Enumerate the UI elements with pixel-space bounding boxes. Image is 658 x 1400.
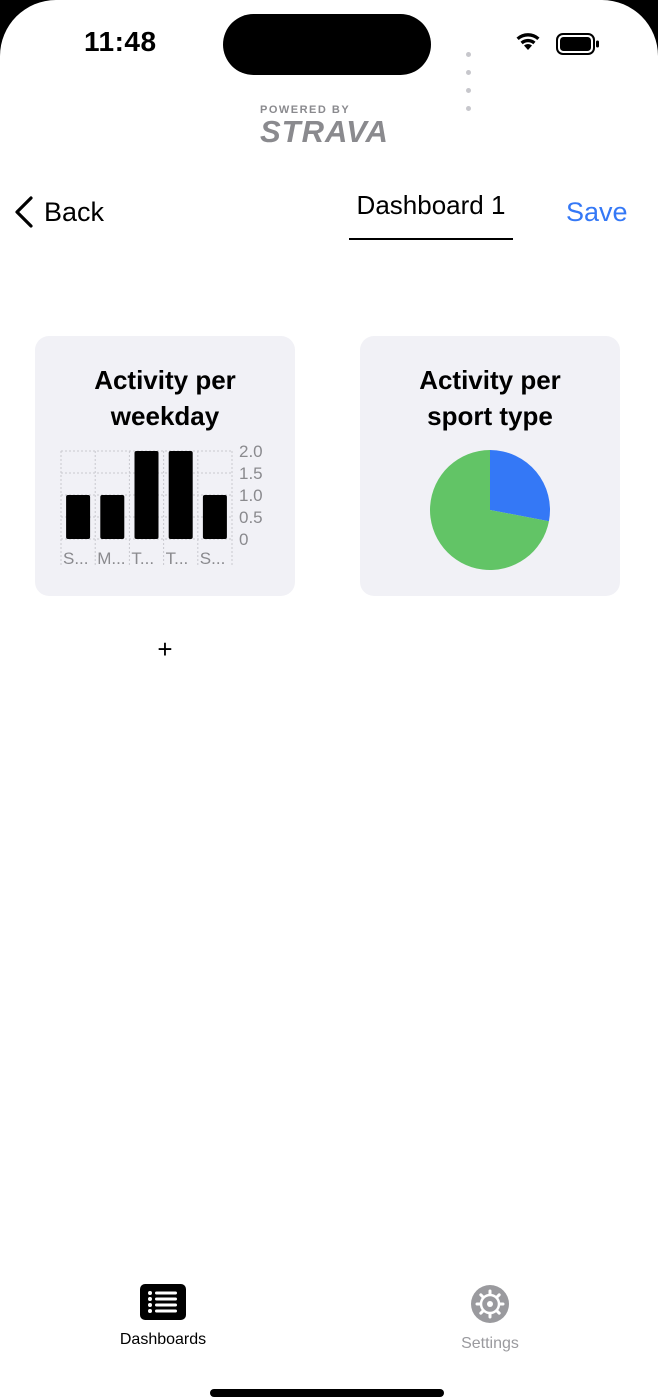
dashboard-title-field[interactable] [349, 186, 513, 240]
bar-chart: 0 0.5 1.0 1.5 2.0 S... M... T... T... S... [60, 442, 263, 568]
tab-settings[interactable]: Settings [420, 1284, 560, 1353]
pie-slice [490, 450, 550, 522]
tab-dashboards[interactable]: Dashboards [93, 1284, 233, 1349]
chevron-left-icon [15, 196, 33, 228]
x-tick-label: S... [200, 549, 226, 568]
add-card-button[interactable]: + [155, 634, 175, 665]
tab-dashboards-label: Dashboards [119, 1331, 207, 1348]
bar [100, 495, 125, 539]
dashboard-title-input[interactable] [349, 186, 513, 221]
app-screen: 11:48 POWERED BY STRAVA Back Save Activi… [0, 0, 658, 1400]
back-button[interactable]: Back [14, 192, 104, 232]
bar [202, 495, 227, 539]
x-tick-label: S... [63, 549, 89, 568]
card-activity-per-sport-type[interactable]: Activity per sport type [360, 336, 620, 596]
strava-wordmark: STRAVA [260, 114, 389, 149]
y-tick-label: 2.0 [239, 442, 263, 461]
signal-icon [466, 44, 473, 116]
status-time: 11:48 [84, 26, 157, 57]
gear-icon [471, 1285, 509, 1323]
dynamic-island [223, 14, 431, 75]
y-tick-label: 0 [239, 530, 248, 549]
x-tick-label: T... [166, 549, 189, 568]
wifi-icon [516, 33, 540, 50]
x-tick-label: T... [131, 549, 154, 568]
save-button[interactable]: Save [566, 197, 628, 228]
bar [134, 451, 159, 539]
y-tick-label: 0.5 [239, 508, 263, 527]
y-tick-label: 1.5 [239, 464, 263, 483]
tab-settings-label: Settings [461, 1335, 519, 1352]
bar [168, 451, 193, 539]
battery-icon [556, 33, 599, 55]
pie-chart [430, 450, 550, 570]
strava-logo: POWERED BY STRAVA [260, 104, 389, 150]
y-tick-label: 1.0 [239, 486, 263, 505]
x-tick-label: M... [97, 549, 125, 568]
card-activity-per-weekday[interactable]: Activity per weekday 0 0.5 1.0 1.5 2.0 S... M.… [35, 336, 295, 596]
back-label: Back [44, 196, 105, 227]
list-icon [140, 1284, 186, 1320]
bar [66, 495, 91, 539]
home-indicator [210, 1389, 444, 1397]
